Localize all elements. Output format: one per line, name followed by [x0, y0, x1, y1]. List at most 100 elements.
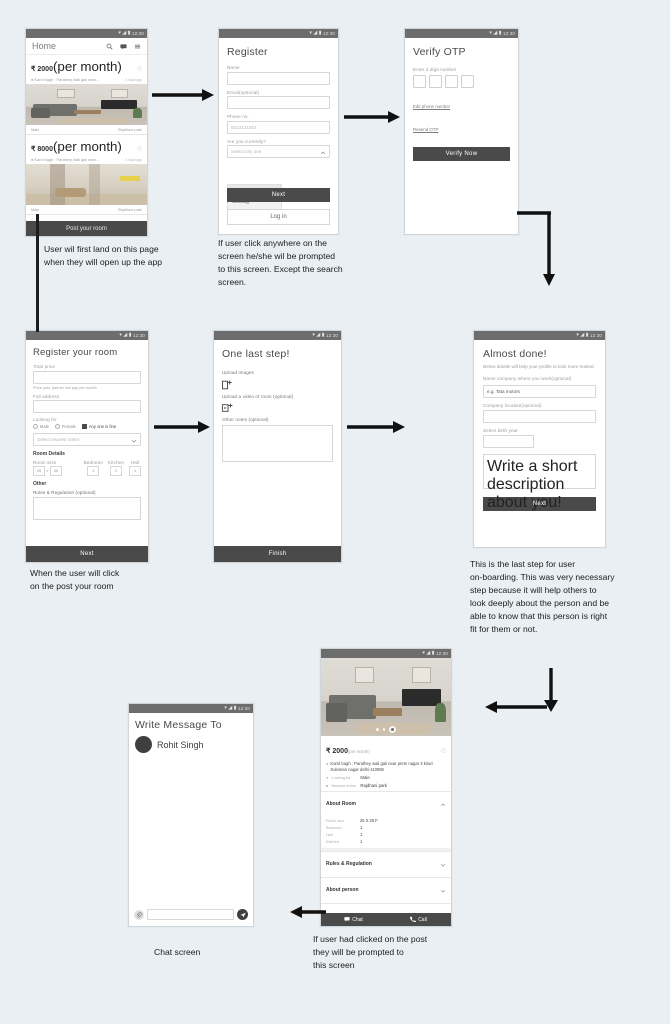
looking-for-options[interactable]: Male Female Any one is fine — [33, 424, 141, 430]
other-notes-textarea[interactable] — [222, 424, 333, 462]
signal-icon: ◢ — [228, 705, 233, 711]
next-button[interactable]: Next — [26, 546, 148, 562]
otp-box-2[interactable] — [429, 74, 442, 88]
chat-button[interactable]: Chat — [321, 913, 386, 926]
listing-period: (per month) — [52, 139, 122, 154]
status-bar: ▾ ◢ ▮ 12:30 — [214, 331, 341, 340]
company-name-field[interactable]: e.g. Tata motors — [483, 384, 596, 398]
chat-icon[interactable] — [120, 43, 127, 50]
radio-female[interactable]: Female — [54, 424, 76, 430]
signal-icon: ◢ — [580, 332, 585, 338]
page-title: Home — [32, 41, 57, 51]
upload-image-icon[interactable] — [222, 377, 232, 389]
room-width-input[interactable]: 25 — [33, 466, 45, 477]
company-name-label: Name company where you work(optional) — [483, 376, 572, 381]
arrow-register-to-otp — [344, 111, 400, 123]
otp-input-group[interactable] — [413, 74, 510, 88]
pin-icon: ● — [31, 77, 34, 82]
otp-box-1[interactable] — [413, 74, 426, 88]
total-price-field[interactable] — [33, 370, 141, 384]
phone-field[interactable]: 9212121501 — [227, 120, 330, 134]
accordion-about-room[interactable]: About Room — [321, 790, 451, 817]
phone-verify-otp: ▾ ◢ ▮ 12:30 Verify OTP Enter 4 digit num… — [404, 28, 519, 235]
signal-icon: ◢ — [426, 650, 431, 656]
kitchen-counter[interactable]: Kitchen 1 — [108, 460, 124, 477]
birth-year-label: Select birth year — [483, 427, 518, 433]
email-label: Email(optional) — [227, 89, 260, 95]
signal-icon: ◢ — [316, 332, 321, 338]
listing-gallery[interactable] — [321, 658, 451, 736]
nearest-metro-select[interactable]: Select nearest metro — [33, 433, 141, 447]
verify-now-button[interactable]: Verify Now — [413, 146, 510, 161]
attachment-icon[interactable] — [134, 909, 144, 920]
listing-card[interactable]: ₹ 8000(per month) ● Karol bagh : Parathe… — [26, 135, 147, 215]
call-button[interactable]: Call — [386, 913, 451, 926]
room-height-input[interactable]: 30 — [49, 466, 62, 477]
battery-icon: ▮ — [321, 332, 325, 338]
gallery-dots[interactable] — [321, 726, 451, 733]
radio-male[interactable]: Male — [33, 424, 49, 430]
bedroom-counter[interactable]: Bedroom 1 — [84, 460, 103, 477]
arrow-to-detail — [485, 701, 547, 713]
caption-register-room: When the user will click on the post you… — [30, 568, 120, 591]
resend-otp-link[interactable]: Resend OTP — [413, 127, 438, 132]
accordion-about-person[interactable]: About person — [321, 876, 451, 903]
home-screen: Home ₹ 2000(per month) ● Karol bagh: Pa… — [26, 38, 147, 236]
radio-anyone[interactable]: Any one is fine — [81, 424, 116, 430]
listing-card[interactable]: ₹ 2000(per month) ● Karol bagh : Parathe… — [26, 55, 147, 135]
search-icon[interactable] — [106, 43, 113, 50]
connector-home-to-register-room — [36, 214, 39, 332]
hall-counter[interactable]: Hall 1 — [129, 460, 141, 477]
full-address-field[interactable] — [33, 400, 141, 413]
wifi-icon: ▾ — [312, 332, 315, 338]
clock-icon — [137, 138, 142, 156]
occupation-placeholder: Select any one — [231, 149, 262, 154]
accordion-rules-regulation[interactable]: Rules & Regulation — [321, 850, 451, 877]
listing-footer: Male Rajdhani park — [26, 205, 147, 214]
arrow-detail-to-chat — [290, 906, 326, 918]
arrow-otp-down — [517, 211, 555, 286]
register-screen: Register Name Email(optional) Phone no. … — [219, 38, 338, 234]
post-your-room-button[interactable]: Post your room — [26, 221, 147, 236]
company-location-field[interactable] — [483, 409, 596, 423]
name-field[interactable] — [227, 71, 330, 85]
finish-button[interactable]: Finish — [214, 546, 341, 562]
detail-summary: ₹ 2000(per month) ● Karol bagh : Parathe… — [321, 736, 451, 791]
avatar — [135, 736, 152, 753]
birth-year-field[interactable] — [483, 434, 534, 448]
message-input[interactable] — [147, 909, 234, 920]
price-hint: Price your partner will pay per month — [33, 385, 97, 390]
edit-phone-link[interactable]: Edit phone number — [413, 104, 450, 109]
page-title: One last step! — [222, 348, 290, 360]
rules-label: Rules & Regulation (optional) — [33, 489, 96, 495]
login-button[interactable]: Log in — [227, 209, 330, 225]
status-time: 12:30 — [503, 31, 515, 36]
status-time: 12:30 — [132, 31, 144, 36]
page-title: Write Message To — [135, 719, 222, 731]
status-time: 12:30 — [133, 333, 145, 338]
wifi-icon: ▾ — [224, 705, 227, 711]
other-title: Other — [33, 481, 47, 488]
listing-header: ₹ 2000(per month) ● Karol bagh : Parathe… — [26, 55, 147, 84]
arrow-room-to-last-step — [154, 421, 210, 433]
wifi-icon: ▾ — [422, 650, 425, 656]
signal-icon: ◢ — [122, 30, 127, 36]
almost-done-subtitle: Below details will help your profile to … — [483, 364, 595, 369]
email-field[interactable] — [227, 96, 330, 109]
wifi-icon: ▾ — [309, 30, 312, 36]
otp-box-3[interactable] — [445, 74, 458, 88]
menu-icon[interactable] — [134, 43, 141, 50]
otp-box-4[interactable] — [461, 74, 474, 88]
about-room-row: Hall 1 — [326, 831, 363, 837]
chat-person-name: Rohit Singh — [157, 739, 204, 750]
pin-icon: ● — [326, 760, 329, 766]
description-textarea[interactable]: Write a short description about you! — [483, 453, 596, 511]
rules-textarea[interactable] — [33, 496, 141, 520]
upload-video-icon[interactable] — [222, 400, 233, 412]
detail-address: Karol bagh : Parathey wali gali near pre… — [330, 760, 433, 772]
occupation-select[interactable]: Select any one — [227, 145, 330, 158]
next-button[interactable]: Next — [227, 188, 330, 202]
battery-icon: ▮ — [127, 30, 131, 36]
total-price-label: Total price — [33, 364, 56, 369]
send-icon[interactable] — [237, 909, 248, 920]
